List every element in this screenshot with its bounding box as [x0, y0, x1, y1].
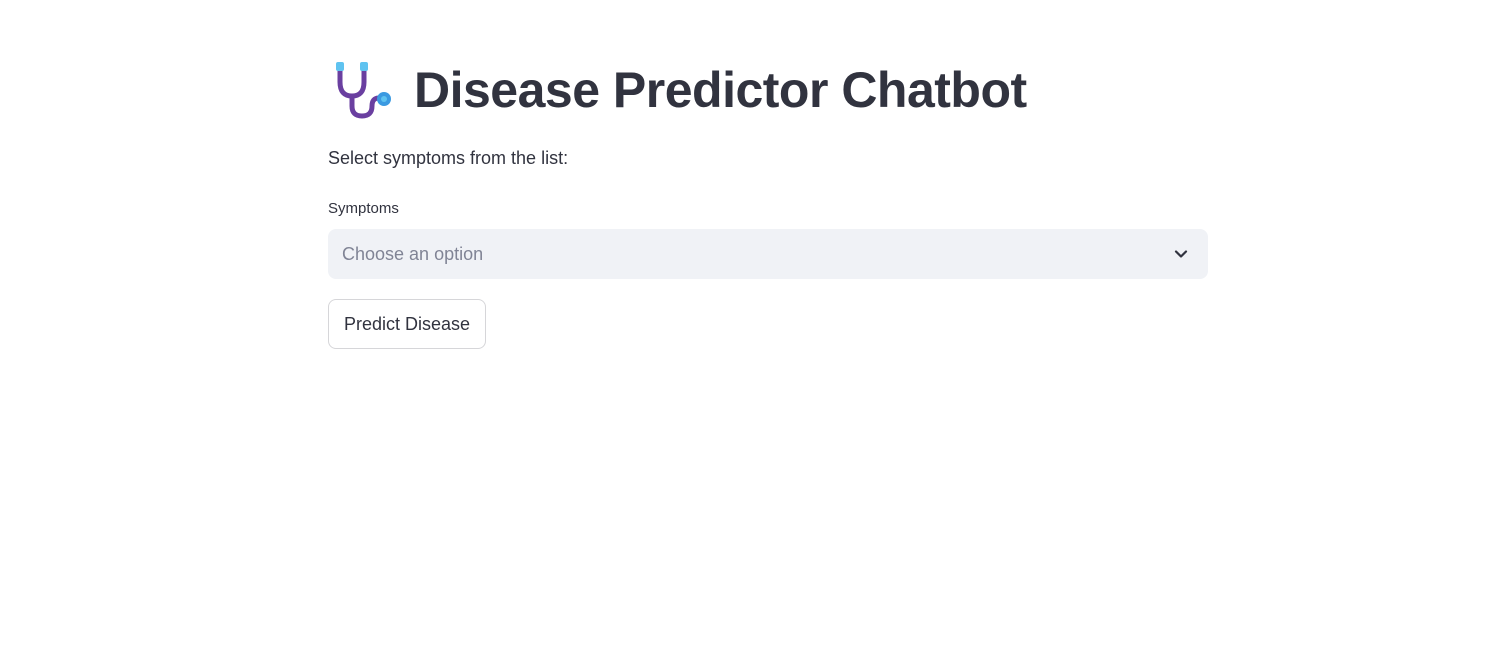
symptoms-placeholder: Choose an option [342, 244, 484, 264]
instruction-text: Select symptoms from the list: [328, 148, 569, 168]
predict-disease-button[interactable]: Predict Disease [328, 299, 487, 349]
page-title: Disease Predictor Chatbot [414, 62, 1027, 118]
symptoms-label: Symptoms [328, 200, 399, 217]
symptoms-multiselect[interactable]: Choose an option [328, 229, 1208, 279]
chevron-down-icon[interactable] [1168, 241, 1194, 267]
page-header: Disease Predictor Chatbot [328, 56, 1027, 124]
app-root: Disease Predictor Chatbot Select symptom… [0, 0, 1492, 672]
stethoscope-icon [328, 56, 396, 124]
